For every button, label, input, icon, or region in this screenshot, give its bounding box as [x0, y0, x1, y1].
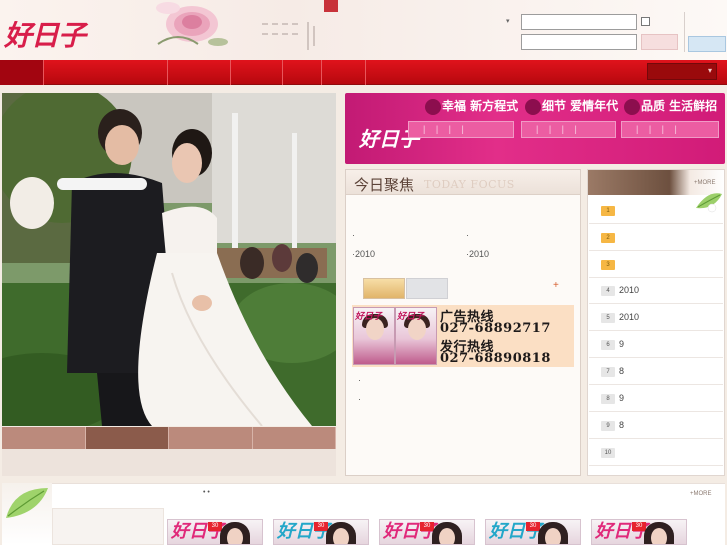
leaf-decoration-icon: [6, 488, 48, 518]
red-seal-stamp: [324, 0, 338, 12]
today-focus-title: 今日聚焦: [354, 176, 415, 194]
magazine-cover[interactable]: 好日子 30: [167, 519, 263, 545]
nav-channel-select[interactable]: ▾: [647, 63, 717, 80]
ranking-row[interactable]: 5 2010: [589, 305, 723, 331]
ranking-row[interactable]: 4 2010: [589, 278, 723, 304]
main-navigation: [0, 60, 727, 85]
nav-item-6[interactable]: [322, 60, 366, 85]
header-divider: [684, 12, 685, 52]
nav-item-5[interactable]: [283, 60, 322, 85]
banner-heading-happiness[interactable]: 幸福 新方程式: [425, 97, 518, 115]
focus-headline-right[interactable]: ·2010: [466, 249, 489, 259]
focus-link-bullet[interactable]: ·: [358, 375, 361, 385]
section-dot-icon: [624, 98, 640, 115]
focus-thumbnail-1[interactable]: [363, 278, 405, 299]
ranking-row[interactable]: 69: [589, 332, 723, 358]
login-dropdown-arrow-icon[interactable]: ▾: [506, 17, 510, 25]
banner-heading-quality[interactable]: 品质 生活鲜招: [624, 97, 717, 115]
nav-item-home[interactable]: [0, 60, 44, 85]
ranking-row[interactable]: 3: [589, 252, 723, 278]
magazine-cover-thumbnail: 好日子: [353, 307, 395, 365]
banner-field-2[interactable]: | | | |: [521, 121, 616, 138]
banner-heading-details[interactable]: 细节 爱情年代: [525, 97, 618, 115]
carousel-tab-3[interactable]: [169, 427, 253, 449]
magazine-cover[interactable]: 好日子 30: [591, 519, 687, 545]
peony-flower-illustration: [156, 2, 228, 46]
register-button[interactable]: [688, 36, 726, 52]
focus-link-bullet[interactable]: ·: [358, 394, 361, 404]
ad-hotline-number: 027-68892717: [440, 321, 551, 336]
carousel-tab-4[interactable]: [252, 427, 336, 449]
username-input[interactable]: [521, 14, 637, 30]
ranking-row[interactable]: 2: [589, 225, 723, 251]
page: 好日子 ▾ ▾ 好日子 幸福 新方程式 细节 爱情年代 品质 生活鲜招 | | …: [0, 0, 727, 545]
photo-caption-area: [2, 449, 336, 476]
chevron-down-icon: ▾: [707, 66, 712, 75]
site-header: 好日子 ▾: [0, 0, 727, 60]
calligraphy-decoration: [262, 22, 315, 50]
nav-item-2[interactable]: [44, 60, 168, 85]
focus-bullet: ·: [352, 230, 355, 240]
remember-me-checkbox[interactable]: [641, 17, 650, 26]
password-input[interactable]: [521, 34, 637, 50]
featured-wedding-photo[interactable]: [2, 93, 336, 426]
ranking-row[interactable]: 10: [589, 440, 723, 466]
more-plus-icon[interactable]: +: [553, 280, 559, 291]
focus-thumbnail-2[interactable]: [406, 278, 448, 299]
today-focus-subtitle: TODAY FOCUS: [424, 178, 515, 191]
strip-more-link[interactable]: +MORE: [690, 491, 712, 497]
ranking-row[interactable]: 1: [589, 198, 723, 224]
focus-headline-left[interactable]: ·2010: [352, 249, 375, 259]
focus-bullet: ·: [466, 230, 469, 240]
strip-pager-dots[interactable]: • •: [203, 489, 210, 496]
carousel-tab-2[interactable]: [85, 427, 169, 454]
nav-item-3[interactable]: [168, 60, 231, 85]
today-focus-header: 今日聚焦 TODAY FOCUS: [346, 170, 580, 195]
magazine-cover-thumbnail: 好日子: [395, 307, 437, 365]
banner-field-1[interactable]: | | | |: [408, 121, 514, 138]
ranking-row[interactable]: 89: [589, 386, 723, 412]
magazine-cover[interactable]: 好日子 30: [379, 519, 475, 545]
section-dot-icon: [425, 98, 441, 115]
ranking-row[interactable]: 98: [589, 413, 723, 439]
section-dot-icon: [525, 98, 541, 115]
magazine-cover[interactable]: 好日子 30: [273, 519, 369, 545]
ranking-row[interactable]: 78: [589, 359, 723, 385]
site-logo[interactable]: 好日子: [4, 14, 86, 54]
magazine-strip-tab[interactable]: [52, 508, 164, 545]
photo-carousel-tabs: [2, 427, 336, 454]
carousel-tab-1[interactable]: [2, 427, 86, 449]
banner-field-3[interactable]: | | | |: [621, 121, 719, 138]
magazine-cover[interactable]: 好日子 30: [485, 519, 581, 545]
login-button[interactable]: [641, 34, 678, 50]
distribution-hotline-number: 027-68890818: [440, 351, 551, 366]
hotline-advertisement[interactable]: 好日子 好日子 广告热线 027-68892717 发行热线 027-68890…: [352, 305, 574, 367]
nav-item-4[interactable]: [231, 60, 283, 85]
